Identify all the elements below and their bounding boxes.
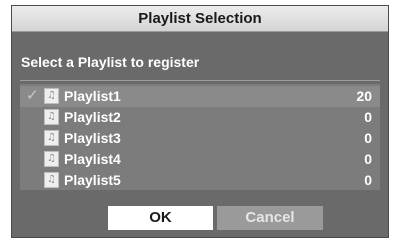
playlist-name: Playlist2 xyxy=(64,109,121,125)
cancel-button[interactable]: Cancel xyxy=(217,206,323,230)
ok-button[interactable]: OK xyxy=(108,206,213,230)
list-item-playlist4[interactable]: ♫ Playlist4 0 xyxy=(20,149,380,170)
playlist-count: 20 xyxy=(356,88,372,104)
dialog-title: Playlist Selection xyxy=(12,6,388,32)
dialog-prompt: Select a Playlist to register xyxy=(21,54,200,70)
list-item-playlist1[interactable]: ✓ ♫ Playlist1 20 xyxy=(20,86,380,107)
playlist-list: ✓ ♫ Playlist1 20 ♫ Playlist2 0 ♫ Playlis… xyxy=(20,84,380,190)
playlist-count: 0 xyxy=(364,109,372,125)
music-note-icon: ♫ xyxy=(44,151,59,167)
checkmark-icon: ✓ xyxy=(26,87,39,104)
playlist-selection-dialog: Playlist Selection Select a Playlist to … xyxy=(11,5,389,238)
list-item-playlist5[interactable]: ♫ Playlist5 0 xyxy=(20,170,380,191)
list-item-playlist3[interactable]: ♫ Playlist3 0 xyxy=(20,128,380,149)
music-note-icon: ♫ xyxy=(44,88,59,104)
playlist-name: Playlist3 xyxy=(64,130,121,146)
divider xyxy=(20,80,380,81)
playlist-count: 0 xyxy=(364,172,372,188)
playlist-name: Playlist4 xyxy=(64,151,121,167)
playlist-name: Playlist1 xyxy=(64,88,121,104)
list-item-playlist2[interactable]: ♫ Playlist2 0 xyxy=(20,107,380,128)
playlist-count: 0 xyxy=(364,151,372,167)
playlist-name: Playlist5 xyxy=(64,172,121,188)
playlist-count: 0 xyxy=(364,130,372,146)
music-note-icon: ♫ xyxy=(44,109,59,125)
music-note-icon: ♫ xyxy=(44,172,59,188)
music-note-icon: ♫ xyxy=(44,130,59,146)
